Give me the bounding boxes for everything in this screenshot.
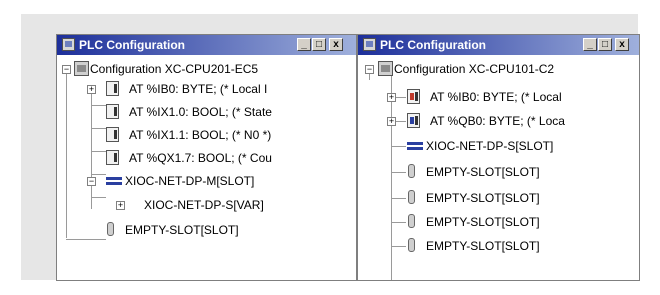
title-bar[interactable]: PLC Configuration _ □ x bbox=[57, 35, 356, 55]
plc-app-icon bbox=[363, 38, 376, 51]
slot-icon bbox=[408, 214, 415, 228]
tree-line bbox=[391, 246, 406, 247]
expand-icon[interactable]: + bbox=[387, 117, 396, 126]
module-icon bbox=[106, 81, 119, 96]
tree-item-label: XIOC-NET-DP-S[SLOT] bbox=[426, 139, 554, 153]
tree-item-label: AT %IX1.0: BOOL; (* State bbox=[129, 105, 272, 119]
tree-item-label: XIOC-NET-DP-S[VAR] bbox=[144, 198, 264, 212]
window-title: PLC Configuration bbox=[380, 38, 486, 52]
expand-icon[interactable]: + bbox=[87, 85, 96, 94]
tree-line bbox=[91, 105, 106, 106]
tree-line bbox=[66, 70, 67, 238]
tree-item-label: AT %IB0: BYTE; (* Local I bbox=[129, 82, 268, 96]
plc-app-icon bbox=[62, 38, 75, 51]
module-icon bbox=[407, 89, 420, 104]
tree-item-label: AT %IX1.1: BOOL; (* N0 *) bbox=[129, 128, 272, 142]
tree-line bbox=[391, 172, 406, 173]
tree-line bbox=[391, 222, 406, 223]
minimize-button[interactable]: _ bbox=[583, 38, 597, 51]
module-icon bbox=[407, 113, 420, 128]
collapse-icon[interactable]: − bbox=[87, 177, 96, 186]
title-bar[interactable]: PLC Configuration _ □ x bbox=[358, 35, 639, 55]
tree-line bbox=[66, 239, 106, 240]
tree-item-label: EMPTY-SLOT[SLOT] bbox=[426, 165, 540, 179]
minimize-button[interactable]: _ bbox=[297, 38, 311, 51]
tree-item-label: EMPTY-SLOT[SLOT] bbox=[426, 215, 540, 229]
collapse-icon[interactable]: − bbox=[365, 65, 374, 74]
tree-root-label: Configuration XC-CPU201-EC5 bbox=[90, 62, 259, 76]
slot-icon bbox=[107, 222, 114, 236]
expand-icon[interactable]: + bbox=[116, 201, 125, 210]
network-icon bbox=[106, 174, 122, 188]
tree-item-label: AT %QX1.7: BOOL; (* Cou bbox=[129, 151, 272, 165]
screenshot-frame: PLC Configuration _ □ x − Configuration … bbox=[21, 14, 640, 281]
configuration-icon bbox=[378, 61, 393, 76]
tree-item-label: XIOC-NET-DP-M[SLOT] bbox=[125, 174, 255, 188]
tree-root-label: Configuration XC-CPU101-C2 bbox=[394, 62, 555, 76]
close-button[interactable]: x bbox=[329, 38, 343, 51]
tree-item-label: EMPTY-SLOT[SLOT] bbox=[125, 223, 239, 237]
slot-icon bbox=[408, 164, 415, 178]
configuration-tree[interactable]: − Configuration XC-CPU201-EC5 + AT %IB0:… bbox=[57, 56, 356, 280]
expand-icon[interactable]: + bbox=[387, 93, 396, 102]
tree-line bbox=[91, 174, 106, 175]
tree-item-label: AT %IB0: BYTE; (* Local bbox=[430, 90, 562, 104]
tree-line bbox=[391, 198, 406, 199]
tree-item-label: EMPTY-SLOT[SLOT] bbox=[426, 191, 540, 205]
tree-item-label: EMPTY-SLOT[SLOT] bbox=[426, 239, 540, 253]
slot-icon bbox=[408, 190, 415, 204]
close-button[interactable]: x bbox=[615, 38, 629, 51]
tree-line bbox=[391, 76, 392, 280]
tree-line bbox=[91, 90, 92, 209]
configuration-icon bbox=[74, 61, 89, 76]
network-icon bbox=[407, 139, 423, 153]
slot-icon bbox=[408, 238, 415, 252]
module-icon bbox=[106, 127, 119, 142]
window-title: PLC Configuration bbox=[79, 38, 185, 52]
tree-item-label: AT %QB0: BYTE; (* Loca bbox=[430, 114, 565, 128]
plc-configuration-window-left[interactable]: PLC Configuration _ □ x − Configuration … bbox=[56, 34, 357, 281]
plc-configuration-window-right[interactable]: PLC Configuration _ □ x − Configuration … bbox=[357, 34, 640, 281]
module-icon bbox=[106, 104, 119, 119]
maximize-button[interactable]: □ bbox=[312, 38, 326, 51]
tree-line bbox=[91, 197, 106, 198]
module-icon bbox=[106, 150, 119, 165]
maximize-button[interactable]: □ bbox=[598, 38, 612, 51]
tree-line bbox=[91, 128, 106, 129]
tree-line bbox=[91, 151, 106, 152]
collapse-icon[interactable]: − bbox=[62, 65, 71, 74]
configuration-tree[interactable]: − Configuration XC-CPU101-C2 + AT %IB0: … bbox=[358, 56, 639, 280]
tree-line bbox=[391, 146, 406, 147]
